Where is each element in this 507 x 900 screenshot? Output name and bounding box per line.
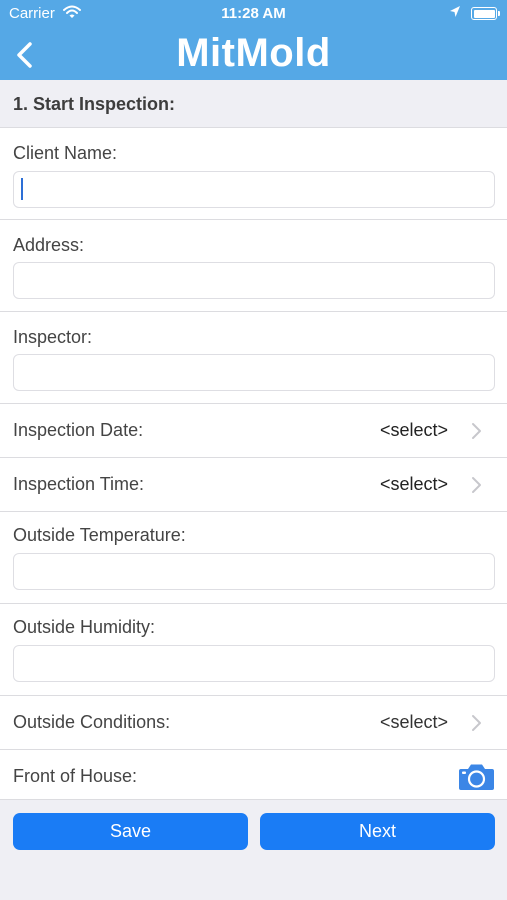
section-title: 1. Start Inspection: [13,94,176,114]
client-name-input[interactable] [13,171,495,208]
save-button[interactable]: Save [13,813,248,850]
inspection-time-row[interactable]: Inspection Time: <select> [0,458,507,512]
outside-humidity-label: Outside Humidity: [13,617,156,637]
inspection-date-row[interactable]: Inspection Date: <select> [0,404,507,458]
location-arrow-icon [449,5,461,23]
outside-conditions-value: <select> [379,712,448,732]
address-row: Address: [0,220,507,312]
inspection-form: Client Name: Address: Inspector: Inspect… [0,128,507,800]
text-cursor [21,178,23,200]
outside-temperature-label: Outside Temperature: [13,525,186,545]
clock: 11:28 AM [221,5,286,22]
chevron-right-icon [472,477,481,493]
camera-icon[interactable] [458,763,495,791]
chevron-right-icon [472,715,481,731]
address-label: Address: [13,235,85,255]
client-name-row: Client Name: [0,128,507,220]
outside-humidity-input[interactable] [13,645,495,682]
inspection-date-value: <select> [379,420,448,440]
inspector-input[interactable] [13,354,495,391]
nav-bar: MitMold [0,28,507,80]
outside-conditions-label: Outside Conditions: [13,712,171,732]
bottom-toolbar: Save Next [0,800,507,900]
front-of-house-label: Front of House: [13,766,138,786]
outside-humidity-row: Outside Humidity: [0,604,507,696]
front-of-house-row: Front of House: [0,750,507,800]
inspection-date-label: Inspection Date: [13,420,144,440]
outside-temperature-input[interactable] [13,553,495,590]
outside-conditions-row[interactable]: Outside Conditions: <select> [0,696,507,750]
next-button[interactable]: Next [260,813,495,850]
client-name-label: Client Name: [13,143,118,163]
outside-temperature-row: Outside Temperature: [0,512,507,604]
address-input[interactable] [13,262,495,299]
inspection-time-value: <select> [379,474,448,494]
section-header: 1. Start Inspection: [0,80,507,128]
inspector-label: Inspector: [13,327,93,347]
app-title: MitMold [176,31,331,75]
inspection-time-label: Inspection Time: [13,474,145,494]
status-bar: Carrier 11:28 AM [0,0,507,28]
chevron-right-icon [472,423,481,439]
battery-icon [471,7,500,20]
inspector-row: Inspector: [0,312,507,404]
